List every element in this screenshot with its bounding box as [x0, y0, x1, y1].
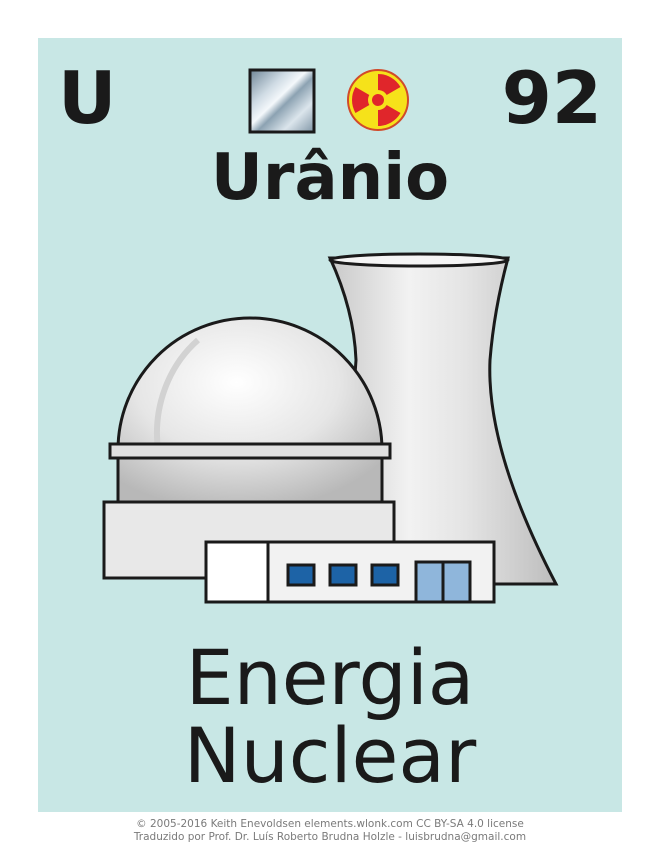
translator-credit-line: Traduzido por Prof. Dr. Luís Roberto Bru…: [133, 831, 527, 843]
caption-line-2: Nuclear: [183, 711, 477, 800]
radiation-icon: [347, 69, 409, 131]
window: [328, 563, 358, 587]
element-name: Urânio: [210, 141, 450, 215]
annex-building: [204, 540, 496, 604]
reactor-dome: [108, 316, 392, 504]
window: [370, 563, 400, 587]
nuclear-power-plant-illustration: [102, 252, 559, 604]
solid-state-icon: [248, 68, 316, 134]
caption-line-1: Energia: [185, 633, 475, 722]
credit-line: © 2005-2016 Keith Enevoldsen elements.wl…: [136, 818, 524, 830]
window: [286, 563, 316, 587]
atomic-number: 92: [501, 56, 602, 140]
element-symbol: U: [58, 56, 117, 140]
